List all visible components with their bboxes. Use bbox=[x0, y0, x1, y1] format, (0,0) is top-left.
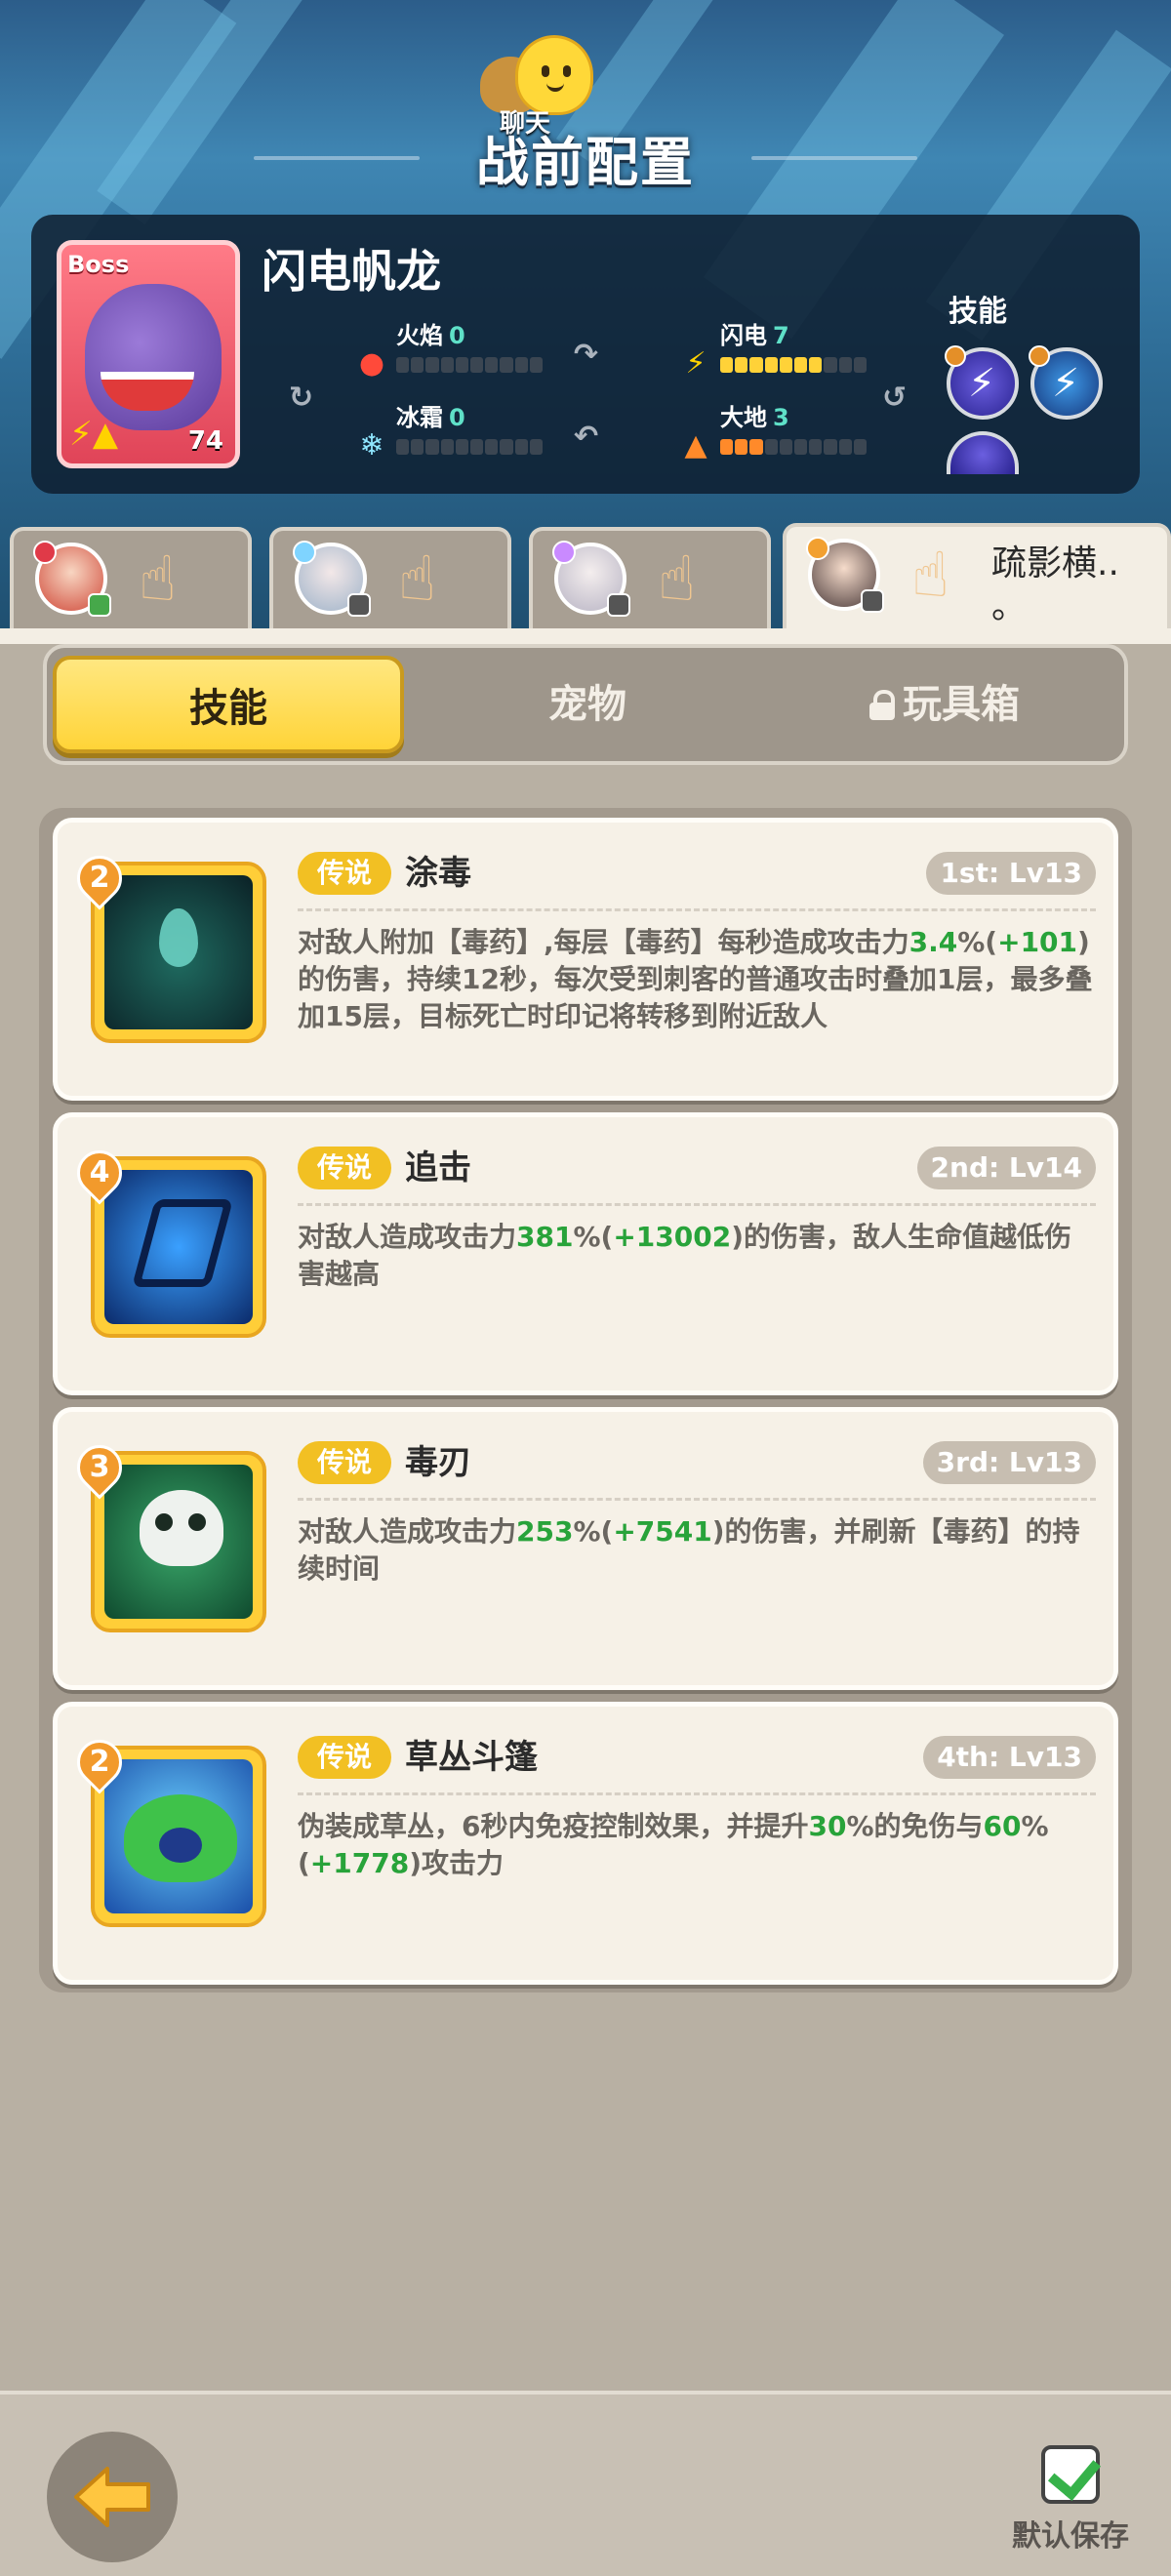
skill-description: 对敌人造成攻击力253%(+7541)的伤害，并刷新【毒药】的持续时间 bbox=[298, 1515, 1080, 1585]
tap-hand-icon: ☝ bbox=[139, 543, 177, 616]
title-divider-left bbox=[254, 156, 420, 160]
lightning-earth-icon: ⚡▲ bbox=[69, 415, 119, 454]
lock-icon bbox=[869, 690, 895, 720]
skill-card[interactable]: 2 传说 草丛斗篷 4th: Lv13 伪装成草丛，6秒内免疫控制效果，并提升3… bbox=[53, 1702, 1118, 1985]
hero-tab-2[interactable]: ☝ bbox=[269, 527, 511, 628]
skill-name: 涂毒 bbox=[405, 854, 471, 893]
lightning-icon: ⚡ bbox=[685, 346, 707, 381]
cycle-arrow-icon: ↺ bbox=[882, 381, 908, 415]
boss-level: 74 bbox=[187, 426, 223, 456]
pursuit-strike-icon bbox=[104, 1170, 253, 1324]
tab-toybox[interactable]: 玩具箱 bbox=[769, 656, 1120, 753]
snowflake-icon: ❄ bbox=[359, 428, 384, 463]
hero-name: 疏影横.. 。 bbox=[991, 543, 1119, 626]
arrow-right-icon: ↷ bbox=[574, 338, 599, 372]
tap-hand-icon: ☝ bbox=[398, 543, 436, 616]
skill-level: 1st: Lv13 bbox=[926, 852, 1096, 895]
skill-card[interactable]: 2 传说 涂毒 1st: Lv13 对敌人附加【毒药】,每层【毒药】每秒造成攻击… bbox=[53, 818, 1118, 1101]
skill-level: 2nd: Lv14 bbox=[916, 1147, 1096, 1189]
default-save-toggle[interactable]: 默认保存 bbox=[1005, 2445, 1136, 2555]
back-button[interactable] bbox=[47, 2432, 178, 2562]
skill-level: 4th: Lv13 bbox=[923, 1736, 1096, 1779]
boss-name: 闪电帆龙 bbox=[262, 245, 441, 298]
boss-info-panel: Boss ⚡▲ 74 闪电帆龙 火焰 0 ● 闪电 7 ⚡ 冰霜 0 ❄ 大地 3 ▲ … bbox=[31, 215, 1140, 494]
skill-description: 对敌人造成攻击力381%(+13002)的伤害，敌人生命值越低伤害越高 bbox=[298, 1221, 1072, 1290]
boss-skill-partial-icon[interactable] bbox=[947, 431, 1019, 474]
hero-avatar bbox=[293, 541, 371, 617]
skill-name: 毒刃 bbox=[405, 1443, 471, 1482]
rarity-badge: 传说 bbox=[298, 1441, 391, 1484]
poison-skull-icon bbox=[104, 1465, 253, 1619]
tab-pets[interactable]: 宠物 bbox=[412, 656, 763, 753]
earth-icon: ▲ bbox=[684, 428, 707, 463]
category-tabs: 技能 宠物 玩具箱 bbox=[43, 644, 1128, 765]
cycle-arrow-icon: ↻ bbox=[289, 381, 314, 415]
skill-level: 3rd: Lv13 bbox=[922, 1441, 1096, 1484]
back-arrow-icon bbox=[74, 2467, 150, 2527]
fire-icon: ● bbox=[358, 346, 385, 381]
boss-skills-label: 技能 bbox=[949, 295, 1007, 329]
rarity-badge: 传说 bbox=[298, 1736, 391, 1779]
arrow-left-icon: ↶ bbox=[574, 420, 599, 454]
page-title: 战前配置 bbox=[476, 132, 695, 193]
skill-name: 草丛斗篷 bbox=[405, 1738, 538, 1777]
hero-tab-1[interactable]: ☝ bbox=[10, 527, 252, 628]
boss-tag: Boss bbox=[67, 251, 130, 278]
hero-avatar bbox=[552, 541, 630, 617]
stat-fire: 火焰 0 ● bbox=[355, 316, 550, 381]
skill-description: 对敌人附加【毒药】,每层【毒药】每秒造成攻击力3.4%(+101)的伤害，持续1… bbox=[298, 926, 1093, 1032]
tap-hand-icon: ☝ bbox=[658, 543, 696, 616]
skill-card[interactable]: 4 传说 追击 2nd: Lv14 对敌人造成攻击力381%(+13002)的伤… bbox=[53, 1112, 1118, 1395]
skill-list: 2 传说 涂毒 1st: Lv13 对敌人附加【毒药】,每层【毒药】每秒造成攻击… bbox=[39, 808, 1132, 1992]
boss-skill-storm-icon[interactable]: ⚡ bbox=[1029, 345, 1103, 420]
skill-name: 追击 bbox=[405, 1148, 471, 1187]
checkbox-checked-icon[interactable] bbox=[1041, 2445, 1100, 2504]
skill-card[interactable]: 3 传说 毒刃 3rd: Lv13 对敌人造成攻击力253%(+7541)的伤害… bbox=[53, 1407, 1118, 1690]
boss-card[interactable]: Boss ⚡▲ 74 bbox=[57, 240, 240, 468]
stat-lightning: 闪电 7 ⚡ bbox=[679, 316, 884, 381]
hero-tab-4[interactable]: ☝ 疏影横.. 。 bbox=[783, 523, 1171, 630]
stat-frost: 冰霜 0 ❄ bbox=[355, 398, 550, 463]
default-save-label: 默认保存 bbox=[1012, 2519, 1129, 2554]
tab-skills[interactable]: 技能 bbox=[53, 656, 404, 753]
boss-skill-lightning-icon[interactable]: ⚡ bbox=[945, 345, 1019, 420]
rarity-badge: 传说 bbox=[298, 852, 391, 895]
hero-tab-3[interactable]: ☝ bbox=[529, 527, 771, 628]
poison-drop-icon bbox=[104, 875, 253, 1029]
skill-description: 伪装成草丛，6秒内免疫控制效果，并提升30%的免伤与60%(+1778)攻击力 bbox=[298, 1810, 1049, 1879]
bottom-bar: 默认保存 bbox=[0, 2391, 1171, 2576]
hero-avatar bbox=[806, 537, 884, 613]
grass-cloak-icon bbox=[104, 1759, 253, 1913]
hero-avatar bbox=[33, 541, 111, 617]
title-divider-right bbox=[751, 156, 917, 160]
stat-earth: 大地 3 ▲ bbox=[679, 398, 884, 463]
rarity-badge: 传说 bbox=[298, 1147, 391, 1189]
tap-hand-icon: ☝ bbox=[911, 540, 949, 612]
